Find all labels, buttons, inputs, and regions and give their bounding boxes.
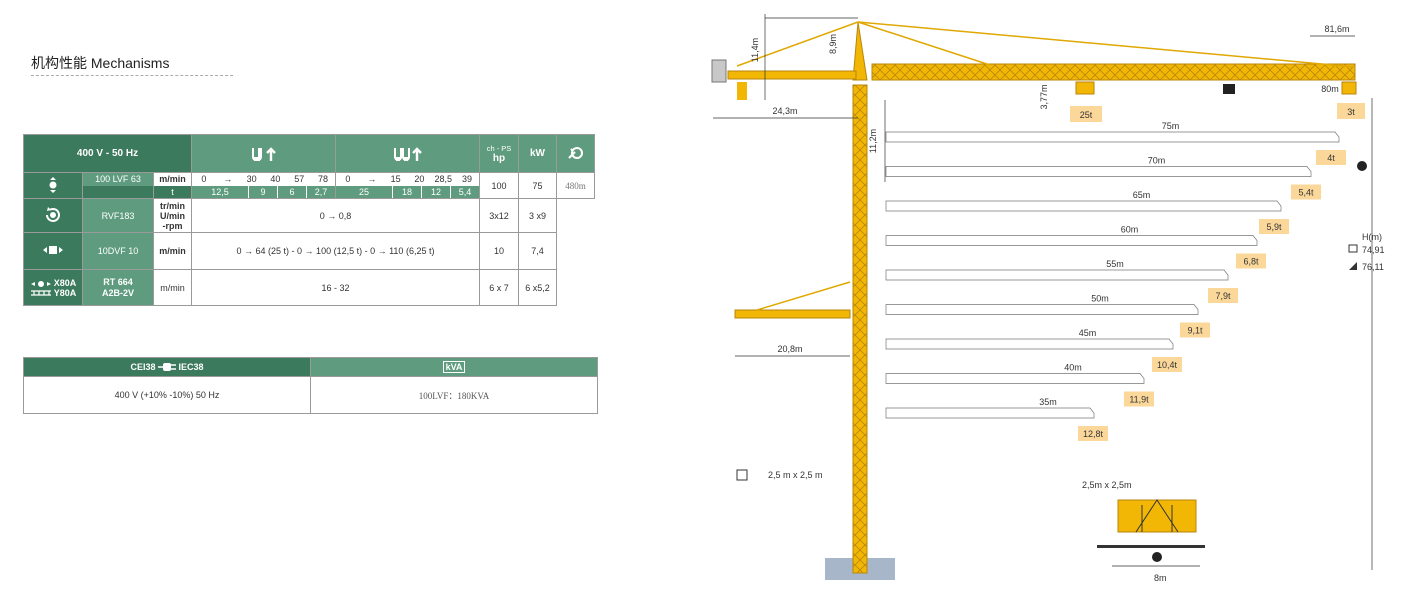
mast-section: 2,5 m x 2,5 m (768, 470, 823, 480)
load-curve-radius: 35m (1039, 397, 1057, 407)
dim-counter-jib: 24,3m (772, 106, 797, 116)
load-curve-load: 6,8t (1243, 257, 1259, 267)
load-curve-bar (885, 304, 1199, 315)
base-ground (1097, 545, 1205, 548)
dim-tip: 80m (1321, 84, 1339, 94)
height-icon-1 (1348, 244, 1358, 253)
load-curve-bar (885, 269, 1229, 281)
load-curve-radius: 70m (1148, 156, 1166, 166)
main-jib-lattice (872, 64, 1355, 80)
load-curve-radius: 50m (1091, 294, 1109, 304)
load-curve-radius: 60m (1121, 225, 1139, 235)
load-curve-radius: 55m (1106, 259, 1124, 269)
counter-ballast (737, 82, 747, 100)
dim-jib-total: 81,6m (1324, 24, 1349, 34)
lower-jib (734, 309, 851, 319)
load-curve-radius: 40m (1064, 363, 1082, 373)
load-curve-load: 4t (1327, 153, 1335, 163)
dim-apex: 8,9m (828, 34, 838, 54)
height-2: 76,11 (1362, 262, 1384, 272)
jib-tie-bar (857, 21, 1356, 68)
load-curve-radius: 45m (1079, 328, 1097, 338)
load-curve-load: 12,8t (1083, 429, 1104, 439)
load-curve-load: 11,9t (1129, 395, 1149, 405)
load-curve-radius: 75m (1162, 121, 1180, 131)
base-center-icon (1152, 552, 1162, 562)
mast-section-icon (736, 469, 748, 481)
counter-jib (727, 70, 857, 80)
base-width: 8m (1154, 573, 1167, 583)
load-curve-load: 7,9t (1215, 291, 1231, 301)
max-load: 25t (1080, 110, 1093, 120)
load-curve-load: 5,9t (1266, 222, 1282, 232)
load-curve-bar (885, 166, 1312, 177)
load-curve-bar (885, 235, 1258, 246)
dim-tower-section: 11,2m (868, 129, 878, 153)
tip-load: 3t (1347, 107, 1355, 117)
base-ballast (1117, 499, 1197, 533)
load-curve-load: 5,4t (1298, 188, 1314, 198)
load-curve-load: 9,1t (1187, 326, 1203, 336)
lower-jib-tie (756, 281, 851, 311)
dim-mast-top-label: 11,4m (750, 38, 760, 62)
load-curve-load: 10,4t (1157, 360, 1178, 370)
load-curve-bar (885, 373, 1145, 384)
load-curve-bar (885, 338, 1174, 350)
load-curves: 75m 4t 70m 5,4t 65m 5,9t 60m 6,8t 55m 7,9t 50m 9,1t… (885, 121, 1346, 441)
load-curve-radius: 65m (1133, 190, 1151, 200)
load-curve-bar (885, 131, 1340, 143)
dim-lower-jib: 20,8m (777, 344, 802, 354)
dim-hook-clear: 3,77m (1039, 84, 1049, 109)
load-curve-bar (885, 407, 1095, 419)
load-curve-bar (885, 200, 1282, 212)
height-marker-icon (1357, 161, 1367, 171)
height-label: H(m) (1362, 232, 1382, 242)
height-1: 74,91 (1362, 245, 1385, 255)
counter-weight (711, 59, 727, 83)
trolley-marker (1223, 84, 1235, 94)
height-icon-2 (1349, 262, 1357, 270)
hook-block-tip (1341, 81, 1357, 95)
crane-diagram: 81,6m 24,3m 11,4m 8,9m 3,77m 80m 11,2m 2… (711, 14, 1385, 583)
hook-block-max (1075, 81, 1095, 95)
base-section: 2,5m x 2,5m (1082, 480, 1132, 490)
tower-mast-lattice (853, 85, 867, 573)
